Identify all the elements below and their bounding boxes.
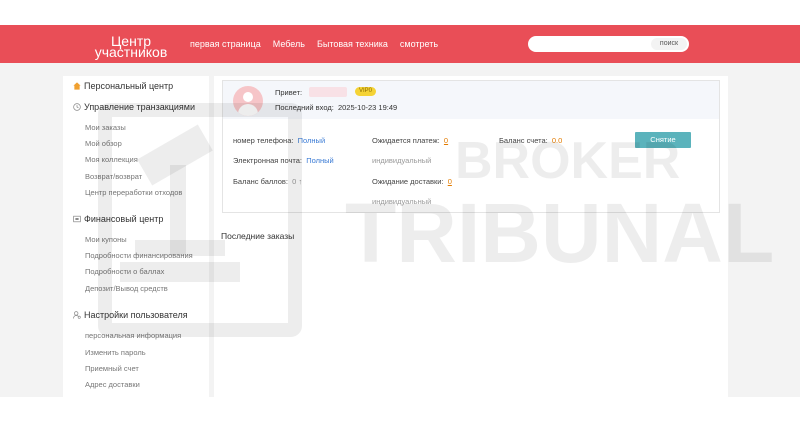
page-footer-area <box>0 397 800 422</box>
last-login-value: 2025-10-23 19:49 <box>337 103 398 112</box>
clock-icon <box>73 103 81 111</box>
individual-label-2: индивидуальный <box>372 197 432 206</box>
greeting-label: Привет: <box>275 88 303 97</box>
pending-delivery-value[interactable]: 0 <box>448 177 452 186</box>
withdraw-button[interactable]: Снятие <box>635 132 691 148</box>
sidebar-section-title: Финансовый центр <box>84 214 164 224</box>
sidebar-item-delivery-address[interactable]: Адрес доставки <box>85 380 140 389</box>
recent-orders-title: Последние заказы <box>221 231 295 241</box>
avatar-body <box>238 104 258 116</box>
sidebar-section-user-settings: Настройки пользователя <box>73 310 188 320</box>
pending-payment-row: Ожидается платеж: 0 <box>372 136 448 145</box>
home-icon <box>73 82 81 90</box>
sidebar-personal-center-label: Персональный центр <box>84 81 174 91</box>
points-row: Баланс баллов: 0 ↑ <box>233 177 302 186</box>
sidebar-section-transactions: Управление транзакциями <box>73 102 195 112</box>
sidebar-item-personal-info[interactable]: персональная информация <box>85 331 181 340</box>
points-label: Баланс баллов: <box>233 177 288 186</box>
balance-row: Баланс счета: 0.0 <box>499 136 562 145</box>
sidebar-item-deposit-withdrawal[interactable]: Депозит/Вывод средств <box>85 284 168 293</box>
individual-label-1: индивидуальный <box>372 156 432 165</box>
nav-home[interactable]: первая страница <box>190 39 261 49</box>
sidebar-item-points-details[interactable]: Подробности о баллах <box>85 267 164 276</box>
sidebar-item-my-collection[interactable]: Моя коллекция <box>85 155 138 164</box>
sidebar-item-change-password[interactable]: Изменить пароль <box>85 348 146 357</box>
balance-label: Баланс счета: <box>499 136 548 145</box>
sidebar-item-financing-details[interactable]: Подробности финансирования <box>85 251 193 260</box>
site-logo[interactable]: Центр участников <box>90 34 172 60</box>
sidebar-section-finance: Финансовый центр <box>73 214 163 224</box>
email-value[interactable]: Полный <box>306 156 334 165</box>
nav-watch[interactable]: смотреть <box>400 39 438 49</box>
sidebar-section-title: Управление транзакциями <box>84 102 195 112</box>
nav-furniture[interactable]: Мебель <box>273 39 305 49</box>
sidebar-personal-center[interactable]: Персональный центр <box>73 81 173 91</box>
email-row: Электронная почта: Полный <box>233 156 334 165</box>
sidebar-item-coupons[interactable]: Мои купоны <box>85 235 127 244</box>
logo-line-2: участников <box>94 44 168 60</box>
phone-value[interactable]: Полный <box>298 136 326 145</box>
pending-delivery-label: Ожидание доставки: <box>372 177 444 186</box>
sidebar-item-recycling[interactable]: Центр переработки отходов <box>85 188 182 197</box>
last-login: Последний вход: 2025-10-23 19:49 <box>275 103 397 112</box>
search-box: поиск <box>528 36 689 52</box>
top-header: Центр участников первая страница Мебель … <box>0 25 800 63</box>
avatar-head <box>243 92 253 102</box>
username-blurred <box>309 87 347 97</box>
nav-appliances[interactable]: Бытовая техника <box>317 39 388 49</box>
sidebar-item-receiving-account[interactable]: Приемный счет <box>85 364 139 373</box>
search-button[interactable]: поиск <box>651 38 687 50</box>
main-nav: первая страница Мебель Бытовая техника с… <box>190 39 438 49</box>
arrow-up-icon: ↑ <box>298 177 303 186</box>
points-value: 0 <box>292 177 297 186</box>
sidebar: Персональный центр Управление транзакция… <box>63 76 209 397</box>
pending-payment-label: Ожидается платеж: <box>372 136 440 145</box>
main-content: Привет: VIP0 Последний вход: 2025-10-23 … <box>214 76 728 397</box>
sidebar-section-title: Настройки пользователя <box>84 310 188 320</box>
profile-header: Привет: VIP0 Последний вход: 2025-10-23 … <box>223 81 719 119</box>
phone-row: номер телефона: Полный <box>233 136 325 145</box>
pending-payment-value[interactable]: 0 <box>444 136 448 145</box>
balance-value: 0.0 <box>551 136 563 145</box>
last-login-label: Последний вход: <box>275 103 334 112</box>
wallet-icon <box>73 215 81 223</box>
avatar[interactable] <box>233 86 263 116</box>
user-settings-icon <box>73 311 81 319</box>
vip-badge: VIP0 <box>355 87 377 96</box>
email-label: Электронная почта: <box>233 156 303 165</box>
sidebar-item-my-review[interactable]: Мой обзор <box>85 139 122 148</box>
pending-delivery-row: Ожидание доставки: 0 <box>372 177 452 186</box>
sidebar-item-my-orders[interactable]: Мои заказы <box>85 123 126 132</box>
search-input[interactable] <box>534 38 646 50</box>
sidebar-item-returns[interactable]: Возврат/возврат <box>85 172 142 181</box>
phone-label: номер телефона: <box>233 136 294 145</box>
profile-card: Привет: VIP0 Последний вход: 2025-10-23 … <box>222 80 720 213</box>
